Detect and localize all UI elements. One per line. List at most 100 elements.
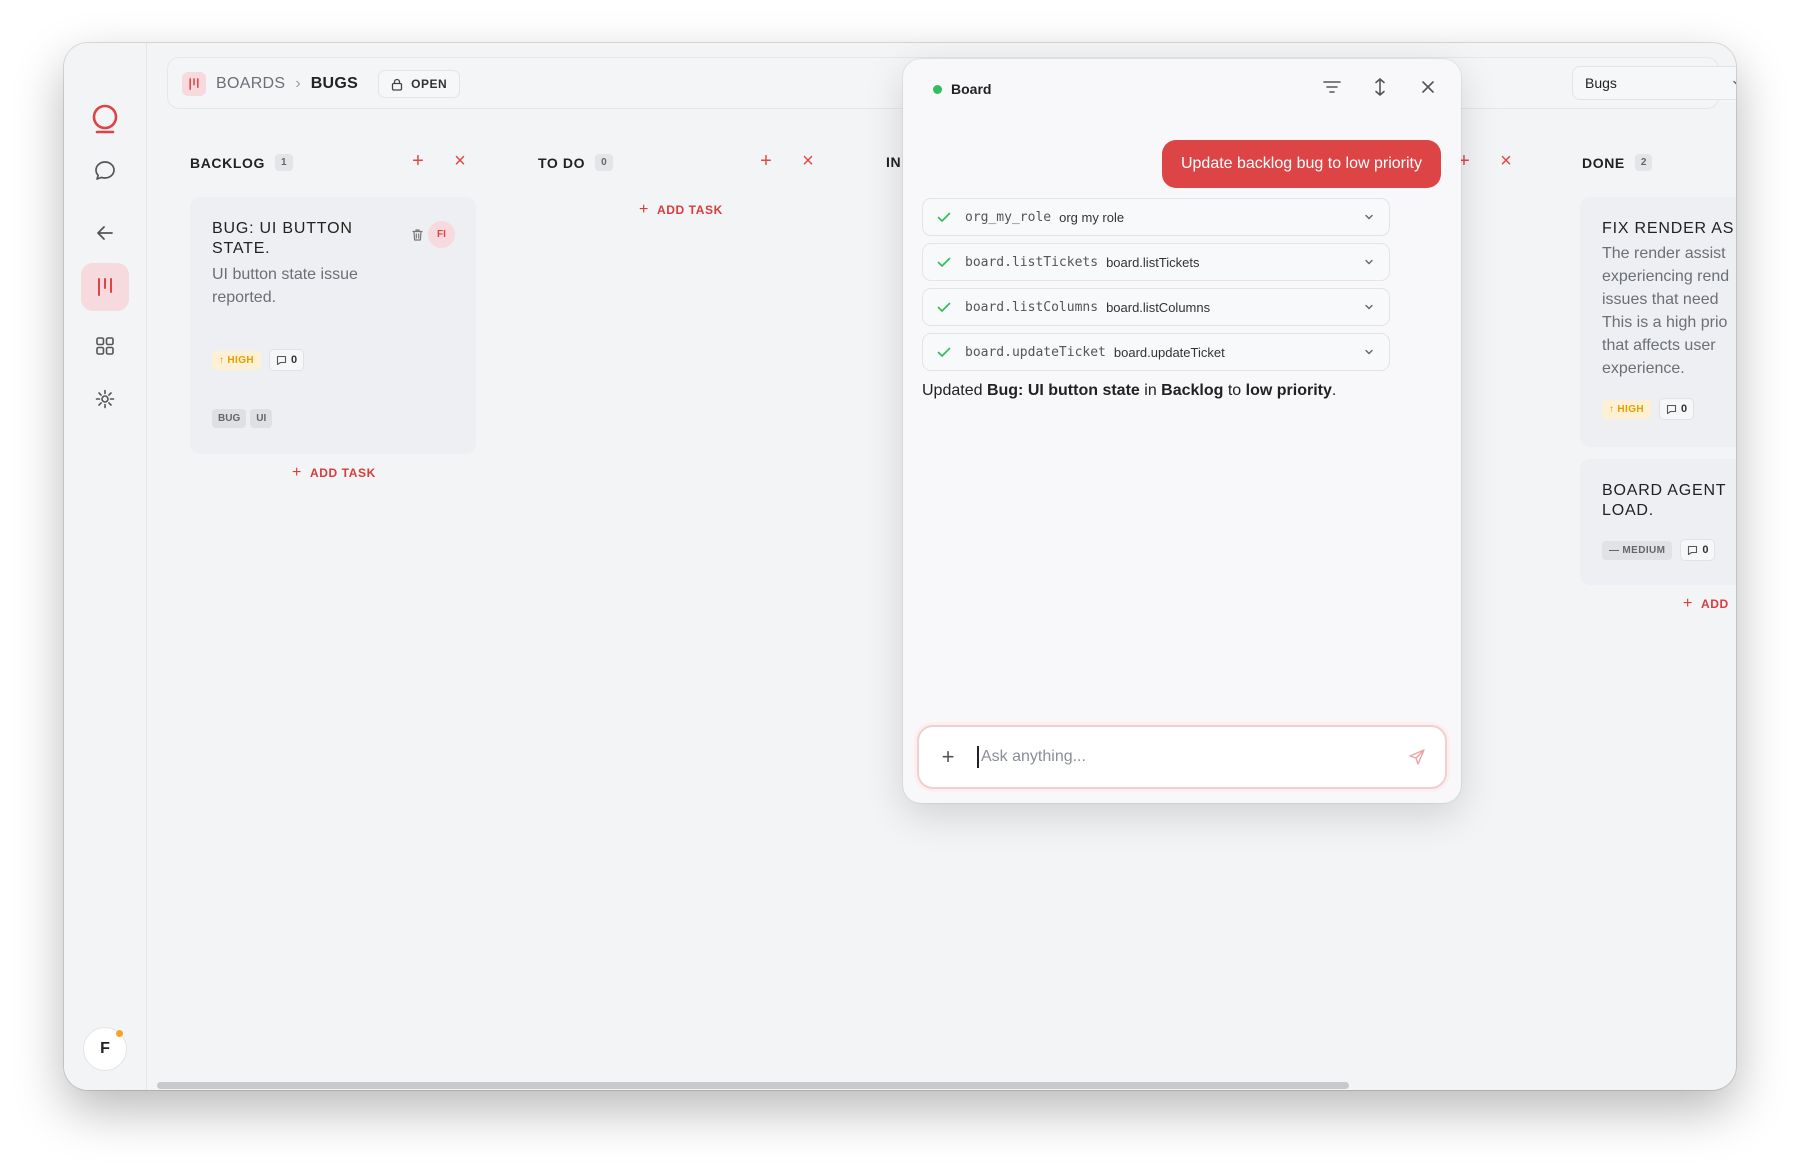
breadcrumb-current: BUGS bbox=[310, 75, 359, 92]
chat-input[interactable] bbox=[977, 746, 1389, 768]
tool-call-row[interactable]: org_my_role org my role bbox=[922, 198, 1390, 236]
chat-input-box: + bbox=[917, 725, 1447, 789]
board-select-value: Bugs bbox=[1585, 75, 1617, 91]
tool-label: board.listTickets bbox=[1106, 254, 1200, 270]
column-title: TO DO bbox=[538, 154, 586, 171]
task-meta: ↑ HIGH 0 bbox=[1602, 398, 1695, 420]
user-avatar[interactable]: F bbox=[83, 1027, 127, 1071]
priority-label: MEDIUM bbox=[1622, 544, 1666, 556]
tag: BUG bbox=[212, 409, 247, 428]
answer-ticket: Bug: UI button state bbox=[986, 382, 1140, 399]
tool-label: board.listColumns bbox=[1106, 299, 1211, 315]
title-line: LOAD. bbox=[1602, 502, 1655, 519]
answer-text: in bbox=[1139, 382, 1162, 399]
column-title: DONE bbox=[1582, 154, 1625, 171]
priority-badge[interactable]: ↑ HIGH bbox=[1602, 399, 1652, 419]
task-title: FIX RENDER AS bbox=[1602, 220, 1735, 237]
comment-count-value: 0 bbox=[1681, 403, 1688, 415]
tool-call-row[interactable]: board.listColumns board.listColumns bbox=[922, 288, 1390, 326]
answer-priority: low priority bbox=[1245, 382, 1332, 399]
tool-call-row[interactable]: board.updateTicket board.updateTicket bbox=[922, 333, 1390, 371]
column-title: BACKLOG bbox=[190, 154, 265, 171]
comment-count[interactable]: 0 bbox=[1659, 398, 1695, 420]
add-task-label: ADD TASK bbox=[656, 203, 723, 217]
plus-icon: + bbox=[1683, 595, 1693, 612]
tool-call-row[interactable]: board.listTickets board.listTickets bbox=[922, 243, 1390, 281]
tag: UI bbox=[250, 409, 273, 428]
comment-count[interactable]: 0 bbox=[1680, 539, 1716, 561]
arrow-up-icon: ↑ bbox=[219, 354, 225, 366]
horizontal-scrollbar[interactable] bbox=[149, 1080, 1736, 1090]
add-task-button[interactable]: + ADD TASK bbox=[292, 464, 376, 482]
scrollbar-thumb[interactable] bbox=[157, 1082, 1349, 1089]
task-meta: ↑ HIGH 0 bbox=[212, 349, 305, 371]
add-column-task-button[interactable]: + bbox=[756, 151, 776, 171]
answer-text: . bbox=[1331, 382, 1337, 399]
priority-badge[interactable]: ↑ HIGH bbox=[212, 350, 262, 370]
column-header-backlog: BACKLOG 1 bbox=[190, 154, 293, 171]
task-card[interactable]: FIX RENDER AS The render assist experien… bbox=[1580, 197, 1736, 447]
plus-icon: + bbox=[639, 201, 649, 218]
send-icon[interactable] bbox=[1389, 748, 1445, 766]
task-meta: — MEDIUM 0 bbox=[1602, 539, 1716, 561]
tool-name: org_my_role bbox=[965, 209, 1052, 225]
priority-badge[interactable]: — MEDIUM bbox=[1602, 540, 1673, 560]
task-tags: BUG UI bbox=[212, 408, 276, 428]
board-status-badge[interactable]: OPEN bbox=[378, 70, 461, 98]
attach-plus-icon[interactable]: + bbox=[919, 744, 977, 770]
add-task-button[interactable]: + ADD TASK bbox=[639, 201, 723, 219]
priority-label: HIGH bbox=[227, 354, 255, 366]
check-icon bbox=[937, 347, 957, 358]
column-count: 0 bbox=[595, 154, 613, 171]
tool-label: board.updateTicket bbox=[1113, 344, 1225, 360]
check-icon bbox=[937, 257, 957, 268]
column-header-todo: TO DO 0 bbox=[538, 154, 613, 171]
column-header-done: DONE 2 bbox=[1582, 154, 1653, 171]
arrow-up-icon: ↑ bbox=[1609, 403, 1615, 415]
tool-name: board.updateTicket bbox=[965, 344, 1106, 360]
priority-label: HIGH bbox=[1617, 403, 1645, 415]
comment-count-value: 0 bbox=[1702, 544, 1709, 556]
filter-icon[interactable] bbox=[1321, 76, 1343, 98]
close-icon[interactable] bbox=[1417, 76, 1439, 98]
column-count: 1 bbox=[274, 154, 293, 171]
answer-text: to bbox=[1223, 382, 1246, 399]
board-select[interactable]: Bugs bbox=[1572, 66, 1736, 100]
trash-icon[interactable] bbox=[411, 228, 424, 247]
tool-label: org my role bbox=[1059, 209, 1125, 225]
app-window: F BOARDS › BUGS OPEN Bugs BACKLOG 1 + × … bbox=[64, 43, 1736, 1090]
chevron-down-icon[interactable] bbox=[1363, 211, 1375, 223]
back-arrow-icon[interactable] bbox=[81, 209, 129, 257]
chevron-down-icon[interactable] bbox=[1363, 346, 1375, 358]
task-card[interactable]: BUG: UI BUTTON STATE. UI button state is… bbox=[190, 197, 476, 454]
assistant-title: Board bbox=[951, 81, 992, 97]
description-line: experiencing rend bbox=[1602, 268, 1730, 285]
description-line: experience. bbox=[1602, 360, 1685, 377]
add-column-task-button[interactable]: + bbox=[408, 151, 428, 171]
tool-name: board.listTickets bbox=[965, 254, 1099, 270]
title-line: BOARD AGENT bbox=[1602, 482, 1727, 499]
logo-icon[interactable] bbox=[81, 95, 129, 143]
check-icon bbox=[937, 302, 957, 313]
delete-column-button[interactable]: × bbox=[1496, 151, 1516, 171]
add-task-button[interactable]: + ADD bbox=[1683, 595, 1729, 613]
delete-column-button[interactable]: × bbox=[450, 151, 470, 171]
gear-icon[interactable] bbox=[81, 375, 129, 423]
board-icon[interactable] bbox=[81, 263, 129, 311]
breadcrumb-boards-link[interactable]: BOARDS bbox=[216, 75, 285, 93]
expand-icon[interactable] bbox=[1369, 76, 1391, 98]
chevron-down-icon[interactable] bbox=[1363, 301, 1375, 313]
check-icon bbox=[937, 212, 957, 223]
status-dot bbox=[933, 84, 942, 94]
assistant-header: Board bbox=[933, 81, 991, 97]
user-initial: F bbox=[100, 1040, 110, 1057]
chat-icon[interactable] bbox=[81, 147, 129, 195]
task-card[interactable]: BOARD AGENT LOAD. — MEDIUM 0 bbox=[1580, 459, 1736, 585]
assignee-avatar[interactable]: FI bbox=[428, 221, 455, 248]
comment-count[interactable]: 0 bbox=[269, 349, 305, 371]
plus-icon: + bbox=[292, 464, 302, 481]
user-message: Update backlog bug to low priority bbox=[1161, 140, 1441, 188]
chevron-down-icon[interactable] bbox=[1363, 256, 1375, 268]
delete-column-button[interactable]: × bbox=[798, 151, 818, 171]
grid-icon[interactable] bbox=[81, 322, 129, 370]
